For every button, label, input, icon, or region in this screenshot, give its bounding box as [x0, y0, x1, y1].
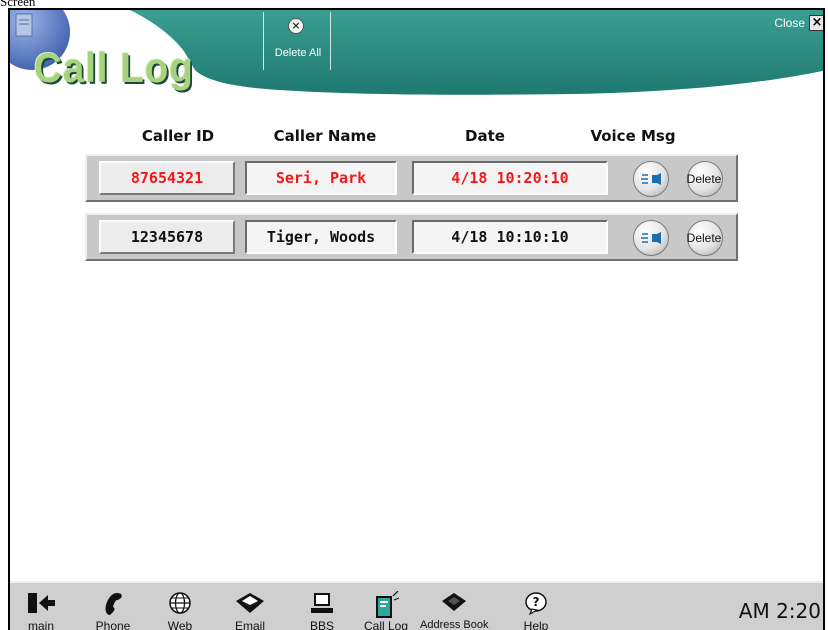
taskbar-item-help[interactable]: ? Help: [514, 583, 558, 630]
call-log-row[interactable]: 12345678 Tiger, Woods 4/18 10:10:10 Dele…: [85, 213, 738, 261]
app-title: Call Log: [34, 44, 194, 91]
caller-name-cell[interactable]: Seri, Park: [245, 161, 397, 195]
speaker-icon: [641, 173, 661, 185]
date-cell[interactable]: 4/18 10:10:10: [412, 220, 608, 254]
date-cell[interactable]: 4/18 10:20:10: [412, 161, 608, 195]
caller-id-cell[interactable]: 87654321: [99, 161, 235, 195]
computer-icon: [311, 593, 333, 613]
taskbar-label: BBS: [309, 619, 334, 630]
column-header-caller-name: Caller Name: [273, 127, 377, 145]
delete-call-label: Delete: [686, 172, 722, 186]
taskbar: main Phone Web Email BBS Call Log Addres…: [10, 581, 823, 630]
delete-all-label: Delete All: [274, 47, 322, 59]
taskbar-label: Phone: [95, 619, 131, 630]
close-label: Close: [774, 16, 805, 30]
svg-text:?: ?: [533, 595, 540, 609]
taskbar-item-call-log[interactable]: Call Log: [360, 583, 412, 630]
delete-call-label: Delete: [686, 231, 722, 245]
taskbar-label: Help: [523, 619, 549, 630]
taskbar-label: main: [27, 619, 54, 630]
address-book-icon: [442, 593, 466, 611]
header-banner: Call Log × Delete All Close ×: [10, 10, 823, 110]
app-window: Call Log × Delete All Close × Caller ID …: [8, 8, 825, 630]
help-icon: ?: [525, 592, 547, 615]
play-voice-msg-button[interactable]: [633, 161, 669, 197]
back-arrow-icon: [28, 593, 55, 613]
delete-call-button[interactable]: Delete: [687, 220, 723, 256]
delete-all-button[interactable]: × Delete All: [263, 12, 331, 70]
delete-call-button[interactable]: Delete: [687, 161, 723, 197]
column-header-date: Date: [465, 127, 505, 145]
taskbar-item-main[interactable]: main: [18, 583, 64, 630]
globe-icon: [169, 592, 191, 614]
column-header-caller-id: Caller ID: [141, 127, 215, 145]
taskbar-item-bbs[interactable]: BBS: [300, 583, 344, 630]
call-log-row[interactable]: 87654321 Seri, Park 4/18 10:20:10 Delete: [85, 154, 738, 202]
taskbar-item-email[interactable]: Email: [226, 583, 274, 630]
envelope-icon: [236, 593, 264, 613]
caller-name-cell[interactable]: Tiger, Woods: [245, 220, 397, 254]
delete-all-icon: ×: [288, 18, 304, 34]
play-voice-msg-button[interactable]: [633, 220, 669, 256]
clock: AM 2:20: [738, 599, 821, 623]
column-header-voice-msg: Voice Msg: [590, 127, 676, 145]
close-button[interactable]: Close ×: [774, 14, 823, 32]
taskbar-label: Call Log: [363, 619, 409, 630]
call-log-icon: [376, 591, 399, 618]
close-icon: ×: [809, 15, 823, 31]
taskbar-item-web[interactable]: Web: [158, 583, 202, 630]
taskbar-label: Web: [167, 619, 193, 630]
taskbar-item-address-book[interactable]: Address Book: [420, 583, 489, 630]
speaker-icon: [641, 232, 661, 244]
phone-icon: [105, 593, 122, 615]
taskbar-label: Address Book: [420, 619, 489, 630]
taskbar-item-phone[interactable]: Phone: [90, 583, 136, 630]
taskbar-label: Email: [234, 619, 265, 630]
caller-id-cell[interactable]: 12345678: [99, 220, 235, 254]
